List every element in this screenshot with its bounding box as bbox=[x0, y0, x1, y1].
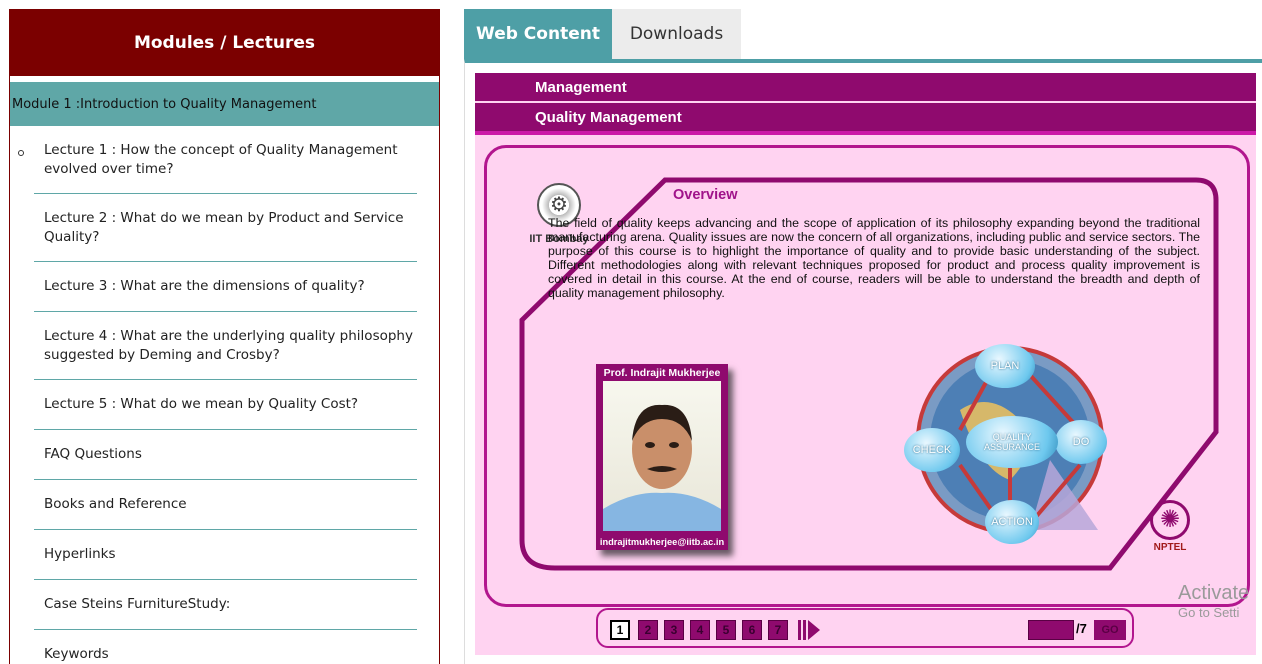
check-node: CHECK bbox=[904, 428, 960, 472]
item-label: Case Steins FurnitureStudy: bbox=[44, 596, 231, 612]
professor-card: Prof. Indrajit Mukherjee indrajitmukherj… bbox=[596, 364, 728, 550]
bullet-icon bbox=[18, 150, 24, 156]
page-button-7[interactable]: 7 bbox=[768, 620, 788, 640]
page-button-2[interactable]: 2 bbox=[638, 620, 658, 640]
windows-activation-watermark: Activate Go to Setti bbox=[1178, 582, 1249, 620]
do-node: DO bbox=[1055, 420, 1107, 464]
page-button-6[interactable]: 6 bbox=[742, 620, 762, 640]
module-title[interactable]: Module 1 :Introduction to Quality Manage… bbox=[10, 82, 439, 126]
watermark-line-2: Go to Setti bbox=[1178, 605, 1240, 620]
professor-name: Prof. Indrajit Mukherjee bbox=[603, 367, 721, 379]
lecture-label: Lecture 1 : How the concept of Quality M… bbox=[44, 141, 398, 177]
nptel-wheel-icon: ✺ bbox=[1150, 500, 1190, 540]
quality-assurance-cycle: PLAN DO ACTION CHECK QUALITY ASSURANCE bbox=[900, 340, 1110, 544]
professor-email: indrajitmukherjee@iitb.ac.in bbox=[599, 537, 725, 547]
go-button[interactable]: GO bbox=[1094, 620, 1126, 640]
page-button-5[interactable]: 5 bbox=[716, 620, 736, 640]
slide-pager: 1 2 3 4 5 6 7 /7 GO bbox=[596, 608, 1134, 648]
overview-title: Overview bbox=[673, 187, 738, 203]
overview-text: The field of quality keeps advancing and… bbox=[548, 216, 1200, 300]
keywords-item[interactable]: Keywords bbox=[34, 630, 417, 664]
nptel-label: NPTEL bbox=[1153, 542, 1187, 553]
hyperlinks-item[interactable]: Hyperlinks bbox=[34, 530, 417, 580]
professor-photo bbox=[603, 381, 721, 531]
lecture-item[interactable]: Lecture 2 : What do we mean by Product a… bbox=[34, 194, 417, 262]
professor-portrait-icon bbox=[603, 404, 721, 531]
category-bar: Management bbox=[475, 73, 1256, 101]
books-item[interactable]: Books and Reference bbox=[34, 480, 417, 530]
page-button-4[interactable]: 4 bbox=[690, 620, 710, 640]
sidebar-header: Modules / Lectures bbox=[10, 10, 439, 82]
page-button-3[interactable]: 3 bbox=[664, 620, 684, 640]
faq-item[interactable]: FAQ Questions bbox=[34, 430, 417, 480]
item-label: Keywords bbox=[44, 646, 109, 662]
lecture-item[interactable]: Lecture 3 : What are the dimensions of q… bbox=[34, 262, 417, 312]
page-button-1[interactable]: 1 bbox=[610, 620, 630, 640]
lecture-label: Lecture 3 : What are the dimensions of q… bbox=[44, 278, 365, 294]
lecture-label: Lecture 2 : What do we mean by Product a… bbox=[44, 209, 404, 245]
lecture-list: Lecture 1 : How the concept of Quality M… bbox=[10, 126, 439, 664]
watermark-line-1: Activate bbox=[1178, 582, 1250, 604]
lecture-item[interactable]: Lecture 4 : What are the underlying qual… bbox=[34, 312, 417, 380]
tab-downloads[interactable]: Downloads bbox=[612, 9, 741, 59]
lecture-label: Lecture 4 : What are the underlying qual… bbox=[44, 327, 413, 363]
item-label: FAQ Questions bbox=[44, 446, 142, 462]
modules-sidebar: Modules / Lectures Module 1 :Introductio… bbox=[9, 9, 440, 664]
tab-web-content[interactable]: Web Content bbox=[464, 9, 612, 59]
action-node: ACTION bbox=[985, 500, 1039, 544]
lecture-item[interactable]: Lecture 1 : How the concept of Quality M… bbox=[18, 126, 417, 194]
page-number-input[interactable] bbox=[1028, 620, 1074, 640]
item-label: Books and Reference bbox=[44, 496, 187, 512]
next-page-icon[interactable] bbox=[798, 618, 822, 642]
case-study-item[interactable]: Case Steins FurnitureStudy: bbox=[34, 580, 417, 630]
plan-node: PLAN bbox=[975, 344, 1035, 388]
course-title-bar: Quality Management bbox=[475, 103, 1256, 135]
content-tabs: Web Content Downloads bbox=[464, 9, 741, 59]
item-label: Hyperlinks bbox=[44, 546, 116, 562]
quality-assurance-node: QUALITY ASSURANCE bbox=[966, 416, 1058, 468]
lecture-item[interactable]: Lecture 5 : What do we mean by Quality C… bbox=[34, 380, 417, 430]
nptel-logo: ✺ NPTEL bbox=[1144, 500, 1196, 553]
lecture-label: Lecture 5 : What do we mean by Quality C… bbox=[44, 396, 359, 412]
page-total: /7 bbox=[1076, 621, 1087, 636]
